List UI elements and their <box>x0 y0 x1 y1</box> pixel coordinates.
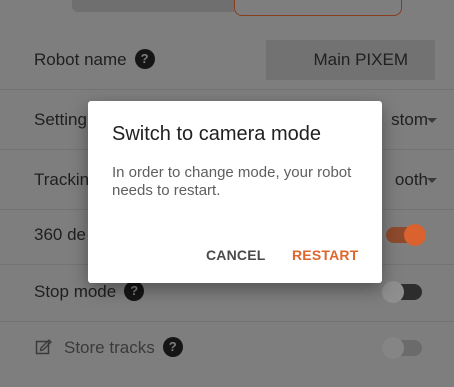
edit-document-icon <box>35 339 52 355</box>
help-icon[interactable]: ? <box>162 336 183 357</box>
tracking-label: Trackin <box>34 170 90 189</box>
degrees-toggle[interactable] <box>386 224 426 246</box>
chevron-down-icon[interactable] <box>427 118 437 123</box>
robot-name-field[interactable]: Main PIXEM <box>266 40 435 80</box>
toggle-knob <box>404 224 426 246</box>
chevron-down-icon[interactable] <box>427 178 437 183</box>
help-icon[interactable]: ? <box>134 48 155 69</box>
degrees-label: 360 de <box>34 225 86 244</box>
store-tracks-toggle[interactable] <box>382 337 422 359</box>
robot-name-row: Robot name? Main PIXEM <box>0 30 454 90</box>
stop-mode-toggle[interactable] <box>382 281 422 303</box>
tab-right-selected[interactable] <box>234 0 402 16</box>
store-tracks-row: Store tracks? <box>0 318 454 378</box>
tracking-select-value[interactable]: ooth <box>395 150 428 210</box>
top-tab-bar <box>0 0 454 19</box>
settings-label: Setting <box>34 110 87 129</box>
cancel-button[interactable]: CANCEL <box>206 247 266 263</box>
toggle-knob <box>382 281 404 303</box>
dialog-message: In order to change mode, your robot need… <box>112 164 352 199</box>
store-tracks-label: Store tracks? <box>64 318 183 378</box>
tab-left[interactable] <box>72 0 234 12</box>
switch-mode-dialog: Switch to camera mode In order to change… <box>88 101 382 283</box>
toggle-knob <box>382 337 404 359</box>
dialog-title: Switch to camera mode <box>112 123 321 145</box>
restart-button[interactable]: RESTART <box>292 247 358 263</box>
help-icon[interactable]: ? <box>124 280 145 301</box>
robot-name-label: Robot name? <box>34 30 155 90</box>
settings-select-value[interactable]: stom <box>391 90 428 150</box>
robot-name-value: Main PIXEM <box>313 50 408 69</box>
